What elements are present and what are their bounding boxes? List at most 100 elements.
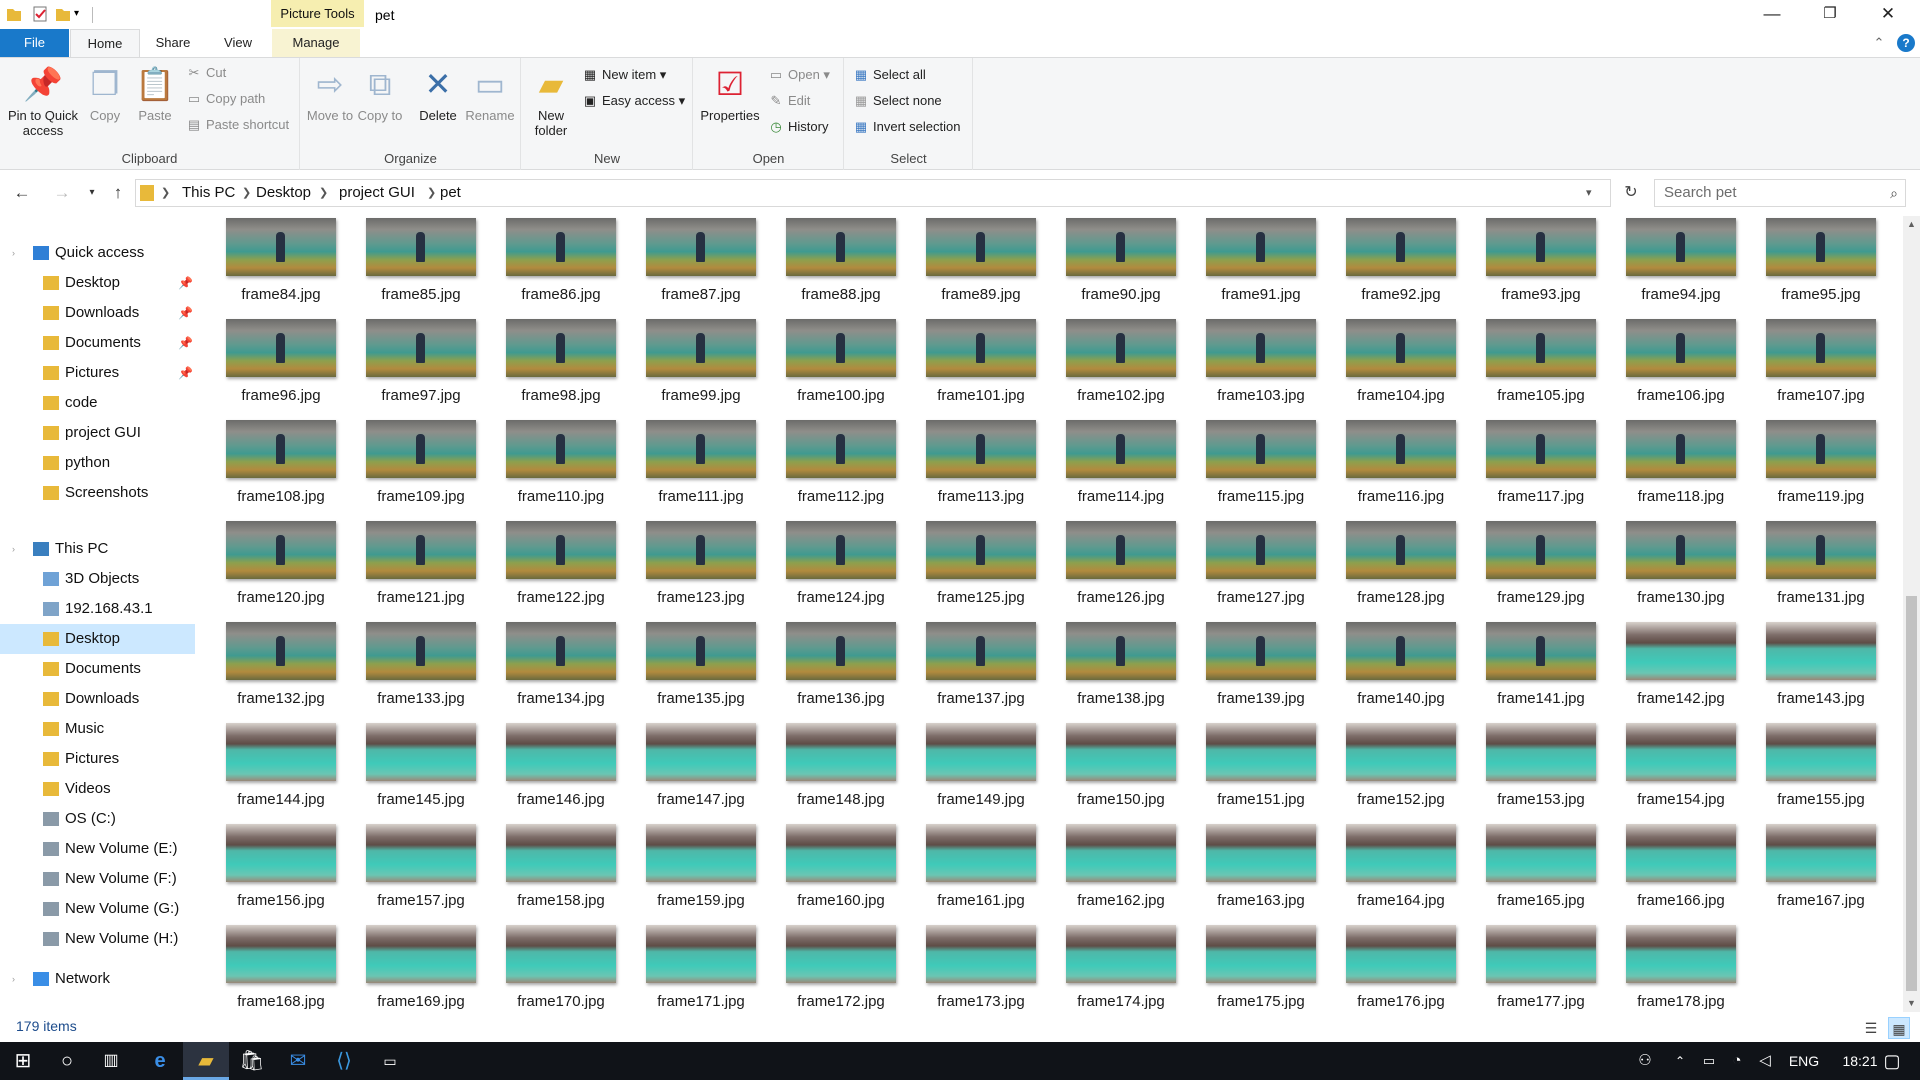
- tab-view[interactable]: View: [211, 29, 265, 57]
- file-item[interactable]: frame156.jpg: [197, 818, 337, 919]
- file-item[interactable]: frame121.jpg: [337, 515, 477, 616]
- file-item[interactable]: frame102.jpg: [1037, 313, 1177, 414]
- file-item[interactable]: frame168.jpg: [197, 919, 337, 1012]
- refresh-icon[interactable]: ↻: [1617, 179, 1645, 207]
- file-item[interactable]: frame95.jpg: [1737, 212, 1877, 313]
- file-item[interactable]: frame99.jpg: [617, 313, 757, 414]
- select-none-button[interactable]: ▦ Select none: [853, 90, 942, 112]
- help-icon[interactable]: ?: [1897, 34, 1915, 52]
- file-item[interactable]: frame115.jpg: [1177, 414, 1317, 515]
- file-item[interactable]: frame131.jpg: [1737, 515, 1877, 616]
- file-item[interactable]: frame96.jpg: [197, 313, 337, 414]
- file-item[interactable]: frame151.jpg: [1177, 717, 1317, 818]
- nav-item-192-168-43-1[interactable]: 192.168.43.1: [0, 594, 195, 624]
- nav-item-desktop[interactable]: Desktop 📌: [0, 268, 195, 298]
- file-item[interactable]: frame91.jpg: [1177, 212, 1317, 313]
- file-item[interactable]: frame176.jpg: [1317, 919, 1457, 1012]
- tab-manage[interactable]: Manage: [272, 29, 360, 57]
- file-item[interactable]: frame162.jpg: [1037, 818, 1177, 919]
- file-item[interactable]: frame119.jpg: [1737, 414, 1877, 515]
- file-item[interactable]: frame124.jpg: [757, 515, 897, 616]
- file-item[interactable]: frame144.jpg: [197, 717, 337, 818]
- file-item[interactable]: frame84.jpg: [197, 212, 337, 313]
- nav-item-os-c-[interactable]: OS (C:): [0, 804, 195, 834]
- file-item[interactable]: frame178.jpg: [1597, 919, 1737, 1012]
- scroll-up-icon[interactable]: ▲: [1903, 216, 1920, 233]
- file-item[interactable]: frame148.jpg: [757, 717, 897, 818]
- show-hidden-icons-icon[interactable]: ⌃: [1668, 1042, 1692, 1080]
- tab-share[interactable]: Share: [145, 29, 201, 57]
- file-item[interactable]: frame138.jpg: [1037, 616, 1177, 717]
- file-item[interactable]: frame145.jpg: [337, 717, 477, 818]
- close-button[interactable]: ✕: [1859, 0, 1917, 30]
- open-button[interactable]: ▭ Open ▾: [768, 64, 830, 86]
- file-item[interactable]: frame143.jpg: [1737, 616, 1877, 717]
- file-item[interactable]: frame149.jpg: [897, 717, 1037, 818]
- nav-item-downloads[interactable]: Downloads: [0, 684, 195, 714]
- file-item[interactable]: frame137.jpg: [897, 616, 1037, 717]
- details-view-icon[interactable]: ☰: [1860, 1017, 1882, 1039]
- file-item[interactable]: frame86.jpg: [477, 212, 617, 313]
- file-item[interactable]: frame92.jpg: [1317, 212, 1457, 313]
- nav-item-music[interactable]: Music: [0, 714, 195, 744]
- file-item[interactable]: frame105.jpg: [1457, 313, 1597, 414]
- file-item[interactable]: frame177.jpg: [1457, 919, 1597, 1012]
- file-item[interactable]: frame147.jpg: [617, 717, 757, 818]
- new-folder-button[interactable]: ▰ New folder: [526, 62, 576, 138]
- file-item[interactable]: frame101.jpg: [897, 313, 1037, 414]
- file-item[interactable]: frame122.jpg: [477, 515, 617, 616]
- network-wifi-icon[interactable]: ◔: [1724, 1042, 1750, 1080]
- file-item[interactable]: frame98.jpg: [477, 313, 617, 414]
- store-icon[interactable]: 🛍: [229, 1042, 275, 1080]
- edge-browser-icon[interactable]: e: [137, 1042, 183, 1080]
- nav-item-documents[interactable]: Documents: [0, 654, 195, 684]
- file-item[interactable]: frame107.jpg: [1737, 313, 1877, 414]
- file-item[interactable]: frame100.jpg: [757, 313, 897, 414]
- file-item[interactable]: frame157.jpg: [337, 818, 477, 919]
- scrollbar-thumb[interactable]: [1906, 596, 1917, 991]
- copy-button[interactable]: ❐ Copy: [82, 62, 128, 123]
- back-arrow-icon[interactable]: ←: [10, 181, 34, 205]
- file-item[interactable]: frame118.jpg: [1597, 414, 1737, 515]
- file-item[interactable]: frame114.jpg: [1037, 414, 1177, 515]
- file-item[interactable]: frame97.jpg: [337, 313, 477, 414]
- file-item[interactable]: frame159.jpg: [617, 818, 757, 919]
- nav-item-new-volume-e-[interactable]: New Volume (E:): [0, 834, 195, 864]
- file-item[interactable]: frame150.jpg: [1037, 717, 1177, 818]
- file-item[interactable]: frame128.jpg: [1317, 515, 1457, 616]
- volume-icon[interactable]: ◁: [1752, 1042, 1778, 1080]
- file-item[interactable]: frame163.jpg: [1177, 818, 1317, 919]
- file-item[interactable]: frame153.jpg: [1457, 717, 1597, 818]
- file-item[interactable]: frame103.jpg: [1177, 313, 1317, 414]
- copy-to-button[interactable]: ⧉ Copy to: [355, 62, 405, 123]
- task-view-icon[interactable]: ▥: [88, 1042, 134, 1080]
- file-item[interactable]: frame135.jpg: [617, 616, 757, 717]
- file-item[interactable]: frame154.jpg: [1597, 717, 1737, 818]
- nav-item-pictures[interactable]: Pictures: [0, 744, 195, 774]
- file-item[interactable]: frame87.jpg: [617, 212, 757, 313]
- restore-button[interactable]: ❐: [1801, 0, 1859, 30]
- vertical-scrollbar[interactable]: ▲ ▼: [1903, 216, 1920, 1012]
- file-item[interactable]: frame117.jpg: [1457, 414, 1597, 515]
- file-item[interactable]: frame172.jpg: [757, 919, 897, 1012]
- file-item[interactable]: frame123.jpg: [617, 515, 757, 616]
- cut-button[interactable]: ✂ Cut: [186, 62, 227, 84]
- up-arrow-icon[interactable]: ↑: [106, 181, 130, 205]
- new-item-button[interactable]: ▦ New item ▾: [582, 64, 666, 86]
- input-language[interactable]: ENG: [1782, 1042, 1826, 1080]
- mail-icon[interactable]: ✉: [275, 1042, 321, 1080]
- tab-home[interactable]: Home: [70, 29, 140, 57]
- file-item[interactable]: frame108.jpg: [197, 414, 337, 515]
- nav-item-project-gui[interactable]: project GUI: [0, 418, 195, 448]
- file-item[interactable]: frame116.jpg: [1317, 414, 1457, 515]
- history-button[interactable]: ◷ History: [768, 116, 828, 138]
- file-item[interactable]: frame167.jpg: [1737, 818, 1877, 919]
- nav-item-new-volume-g-[interactable]: New Volume (G:): [0, 894, 195, 924]
- file-item[interactable]: frame110.jpg: [477, 414, 617, 515]
- file-item[interactable]: frame142.jpg: [1597, 616, 1737, 717]
- file-item[interactable]: frame93.jpg: [1457, 212, 1597, 313]
- minimize-button[interactable]: —: [1743, 0, 1801, 30]
- file-item[interactable]: frame141.jpg: [1457, 616, 1597, 717]
- file-item[interactable]: frame106.jpg: [1597, 313, 1737, 414]
- file-item[interactable]: frame152.jpg: [1317, 717, 1457, 818]
